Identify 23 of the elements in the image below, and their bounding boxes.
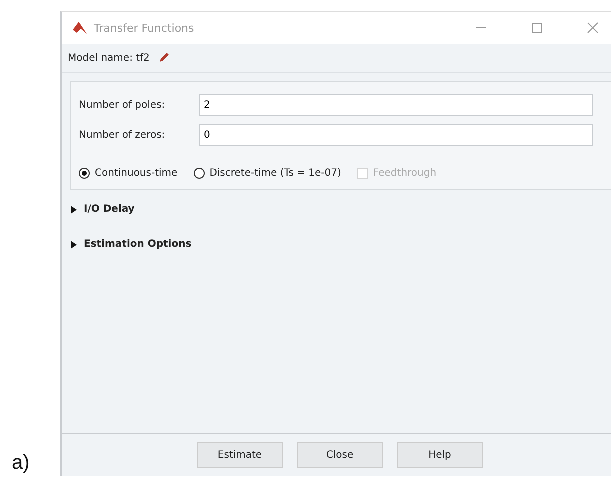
radio-label: Discrete-time (Ts = 1e-07) — [210, 168, 342, 179]
field-label: Number of poles: — [79, 100, 166, 110]
app-logo-icon — [72, 21, 88, 35]
checkbox-label: Feedthrough — [373, 168, 437, 179]
dialog-button[interactable]: Help — [397, 442, 483, 468]
input-field[interactable]: 0 — [199, 124, 593, 146]
figure-label: a) — [12, 452, 30, 475]
caret-right-icon[interactable] — [70, 240, 78, 250]
pencil-icon[interactable] — [158, 52, 170, 64]
model-name-label: Model name: tf2 — [68, 52, 150, 64]
section-header[interactable]: Estimation Options — [84, 239, 192, 250]
window-title: Transfer Functions — [94, 22, 194, 34]
caret-right-icon[interactable] — [70, 204, 78, 214]
field-label: Number of zeros: — [79, 130, 166, 140]
dialog-button[interactable]: Close — [297, 442, 383, 468]
radio-label: Continuous-time — [95, 168, 178, 179]
maximize-icon[interactable] — [531, 22, 543, 34]
radio-button[interactable] — [79, 168, 90, 179]
dialog-button[interactable]: Estimate — [197, 442, 283, 468]
input-field[interactable]: 2 — [199, 94, 593, 116]
section-header[interactable]: I/O Delay — [84, 204, 135, 215]
radio-button[interactable] — [194, 168, 205, 179]
close-icon[interactable] — [587, 22, 599, 34]
